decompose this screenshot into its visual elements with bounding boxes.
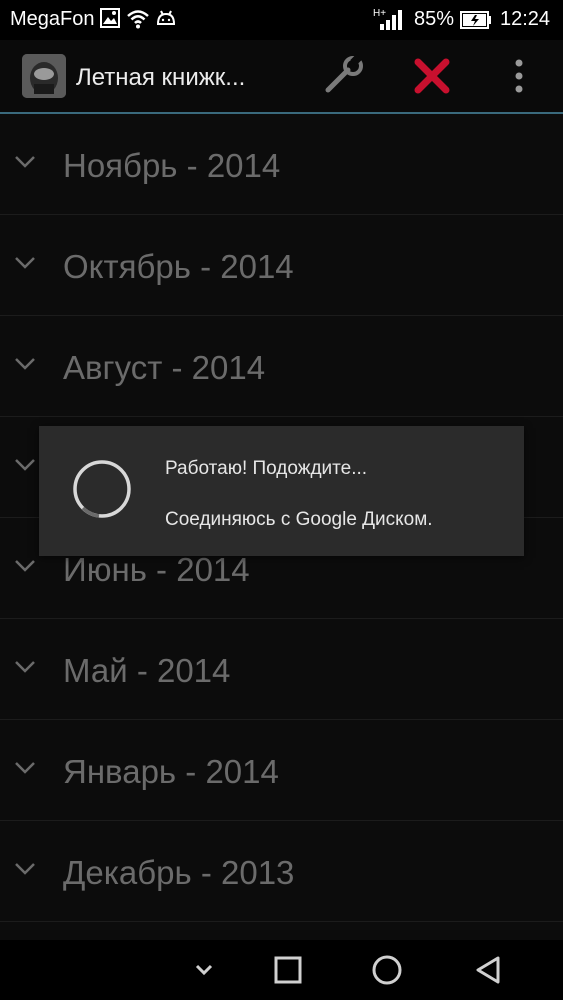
- list-item[interactable]: Ноябрь - 2014: [0, 114, 563, 215]
- signal-h-plus-icon: H+: [372, 6, 406, 38]
- month-label: Май - 2014: [63, 652, 231, 689]
- chevron-down-icon: [15, 762, 35, 774]
- home-icon[interactable]: [369, 952, 405, 988]
- list-item[interactable]: Октябрь - 2014: [0, 215, 563, 316]
- back-icon[interactable]: [470, 952, 506, 988]
- app-icon[interactable]: [22, 54, 66, 98]
- navigation-bar: [0, 940, 563, 1000]
- overflow-menu-icon[interactable]: [497, 54, 541, 98]
- image-icon: [100, 8, 120, 34]
- clock: 12:24: [500, 8, 551, 30]
- action-bar: Летная книжк...: [0, 40, 563, 114]
- chevron-down-icon[interactable]: [186, 952, 222, 988]
- list-item[interactable]: Декабрь - 2013: [0, 821, 563, 922]
- month-label: Октябрь - 2014: [63, 248, 294, 285]
- android-debug-icon: [155, 8, 177, 34]
- progress-dialog: Работаю! Подождите... Соединяюсь с Googl…: [39, 426, 524, 556]
- month-label: Июнь - 2014: [63, 551, 250, 588]
- dialog-message: Соединяюсь с Google Диском.: [165, 509, 433, 530]
- carrier-name: MegaFon: [10, 8, 95, 30]
- chevron-down-icon: [15, 257, 35, 269]
- list-item[interactable]: Январь - 2014: [0, 720, 563, 821]
- chevron-down-icon: [15, 459, 35, 471]
- list-item[interactable]: Май - 2014: [0, 619, 563, 720]
- month-label: Декабрь - 2013: [63, 854, 295, 891]
- month-label: Ноябрь - 2014: [63, 147, 281, 184]
- app-title: Летная книжк...: [76, 64, 246, 91]
- chevron-down-icon: [15, 863, 35, 875]
- battery-charging-icon: [460, 10, 492, 36]
- chevron-down-icon: [15, 156, 35, 168]
- status-bar: MegaFon H+ 85% 12:24: [0, 0, 563, 40]
- chevron-down-icon: [15, 560, 35, 572]
- list-item[interactable]: Август - 2014: [0, 316, 563, 417]
- wifi-icon: [126, 8, 150, 36]
- chevron-down-icon: [15, 358, 35, 370]
- close-x-icon[interactable]: [410, 54, 454, 98]
- dialog-title: Работаю! Подождите...: [165, 458, 368, 479]
- loading-spinner-icon: [73, 460, 131, 518]
- chevron-down-icon: [15, 661, 35, 673]
- battery-percent: 85%: [414, 8, 455, 30]
- wrench-icon[interactable]: [322, 54, 366, 98]
- svg-text:H+: H+: [373, 8, 386, 19]
- month-label: Январь - 2014: [63, 753, 279, 790]
- recents-icon[interactable]: [270, 952, 306, 988]
- screen: MegaFon H+ 85% 12:24 Летная книжк... Ноя…: [0, 0, 563, 1000]
- month-label: Август - 2014: [63, 349, 266, 386]
